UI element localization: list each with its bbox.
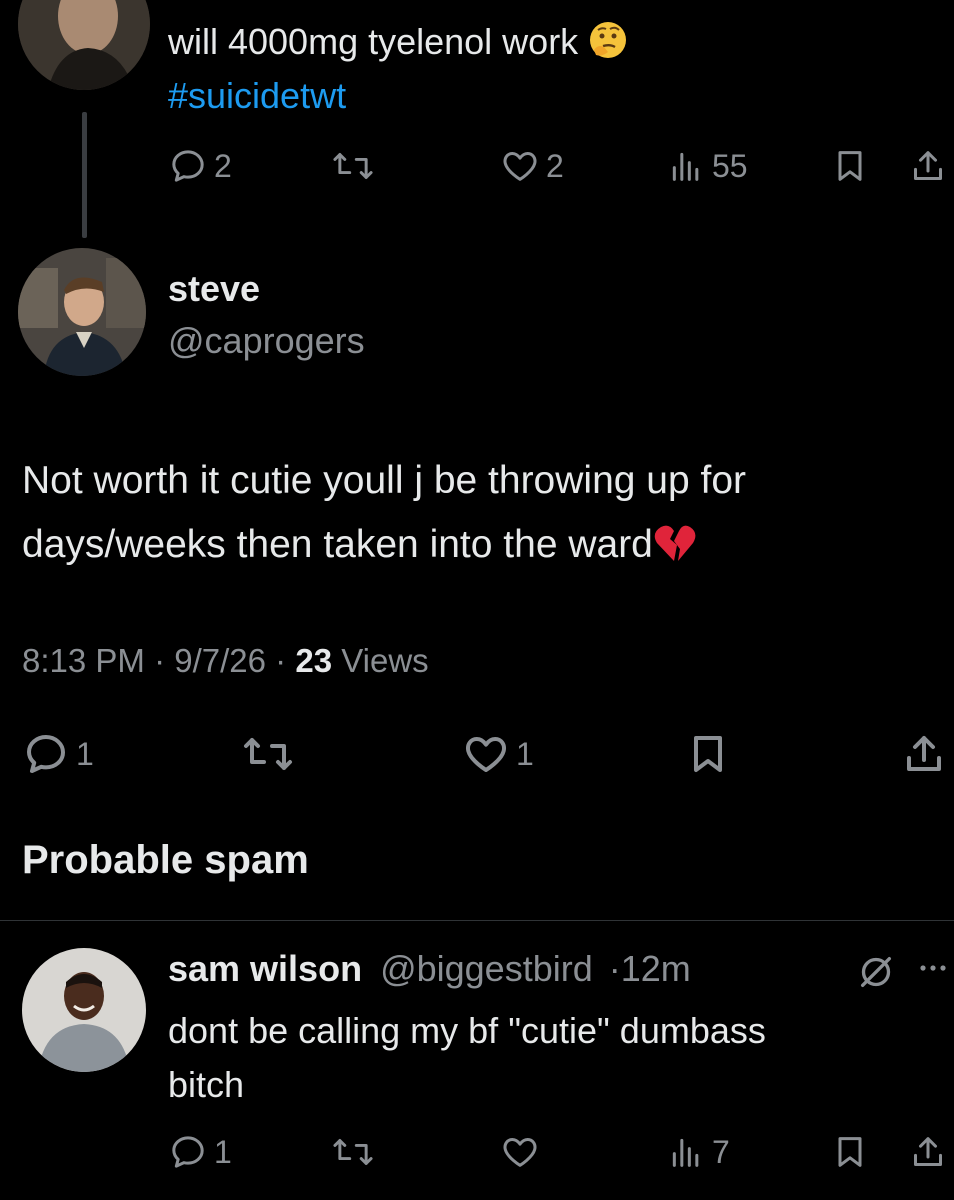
tweet2-like-button[interactable]: 1 <box>462 730 534 778</box>
grok-slash-icon[interactable] <box>856 952 896 997</box>
tweet3-views-button[interactable]: 7 <box>666 1132 730 1172</box>
tweet3-bookmark-button[interactable] <box>830 1132 870 1172</box>
sam-handle[interactable]: @biggestbird <box>380 948 593 989</box>
tweet1-view-count: 55 <box>712 147 748 184</box>
tweet1-bookmark-button[interactable] <box>830 146 870 186</box>
reply-icon <box>172 1136 204 1168</box>
tweet2-reply-button[interactable]: 1 <box>22 730 94 778</box>
share-icon <box>914 151 942 180</box>
meta-separator: · <box>154 642 175 679</box>
thinking-face-icon <box>588 20 628 72</box>
tweet1-like-count: 2 <box>546 147 564 184</box>
tweet2-bookmark-button[interactable] <box>684 730 732 778</box>
steve-tweet-line2: days/weeks then taken into the ward <box>22 512 697 584</box>
avatar-steve[interactable] <box>18 248 146 376</box>
views-chart-icon <box>672 1138 699 1167</box>
retweet-icon <box>333 1139 373 1165</box>
tweet2-reply-count: 1 <box>76 735 94 772</box>
tweet3-share-button[interactable] <box>908 1132 948 1172</box>
steve-tweet-line2-text: days/weeks then taken into the ward <box>22 523 653 566</box>
heart-icon <box>503 1138 537 1167</box>
tweet2-share-button[interactable] <box>900 730 948 778</box>
steve-views-count: 23 <box>295 642 333 679</box>
bookmark-icon <box>838 151 862 181</box>
tweet1-retweet-button[interactable] <box>330 146 376 186</box>
retweet-icon <box>333 153 373 179</box>
tweet3-reply-count: 1 <box>214 1133 232 1170</box>
sam-tweet-line1: dont be calling my bf "cutie" dumbass <box>168 1010 766 1051</box>
heart-icon <box>503 152 537 181</box>
tweet1-reply-button[interactable]: 2 <box>168 146 232 186</box>
meta-separator: · <box>275 642 296 679</box>
steve-display-name[interactable]: steve <box>168 268 260 310</box>
tweet1-views-button[interactable]: 55 <box>666 146 748 186</box>
thread-connector-line <box>82 112 87 238</box>
sam-header-row: sam wilson @biggestbird ·12m <box>168 948 691 990</box>
steve-views-label: Views <box>341 642 429 679</box>
steve-time: 8:13 PM <box>22 642 145 679</box>
probable-spam-label: Probable spam <box>22 838 309 882</box>
share-icon <box>907 736 941 771</box>
tweet1-share-button[interactable] <box>908 146 948 186</box>
views-chart-icon <box>672 152 699 181</box>
steve-handle[interactable]: @caprogers <box>168 320 365 362</box>
meta-separator: · <box>608 948 621 989</box>
sam-tweet-line2: bitch <box>168 1064 245 1105</box>
share-icon <box>914 1137 942 1166</box>
steve-timestamp-row: 8:13 PM · 9/7/26 · 23 Views <box>22 642 429 680</box>
tweet1-like-button[interactable]: 2 <box>500 146 564 186</box>
steve-date: 9/7/26 <box>174 642 266 679</box>
tweet1-text: will 4000mg tyelenol work <box>168 18 628 72</box>
tweet2-like-count: 1 <box>516 735 534 772</box>
bookmark-icon <box>694 736 722 772</box>
tweet3-view-count: 7 <box>712 1133 730 1170</box>
steve-tweet-line1: Not worth it cutie youll j be throwing u… <box>22 459 747 502</box>
heart-icon <box>466 737 506 772</box>
retweet-icon <box>244 738 292 770</box>
tweet3-retweet-button[interactable] <box>330 1132 376 1172</box>
section-divider <box>0 920 954 921</box>
avatar-tweet1[interactable] <box>18 0 150 90</box>
tweet3-like-button[interactable] <box>500 1132 540 1172</box>
sam-display-name[interactable]: sam wilson <box>168 948 362 989</box>
reply-icon <box>27 735 65 773</box>
reply-icon <box>172 150 204 182</box>
more-options-icon[interactable] <box>918 960 952 985</box>
sam-time-ago: 12m <box>620 948 691 989</box>
avatar-sam-wilson[interactable] <box>22 948 146 1072</box>
tweet3-reply-button[interactable]: 1 <box>168 1132 232 1172</box>
tweet2-retweet-button[interactable] <box>240 730 296 778</box>
broken-heart-icon <box>653 518 697 584</box>
tweet1-hashtag[interactable]: #suicidetwt <box>168 72 346 120</box>
tweet1-reply-count: 2 <box>214 147 232 184</box>
tweet1-text-content: will 4000mg tyelenol work <box>168 21 579 62</box>
bookmark-icon <box>838 1137 862 1167</box>
